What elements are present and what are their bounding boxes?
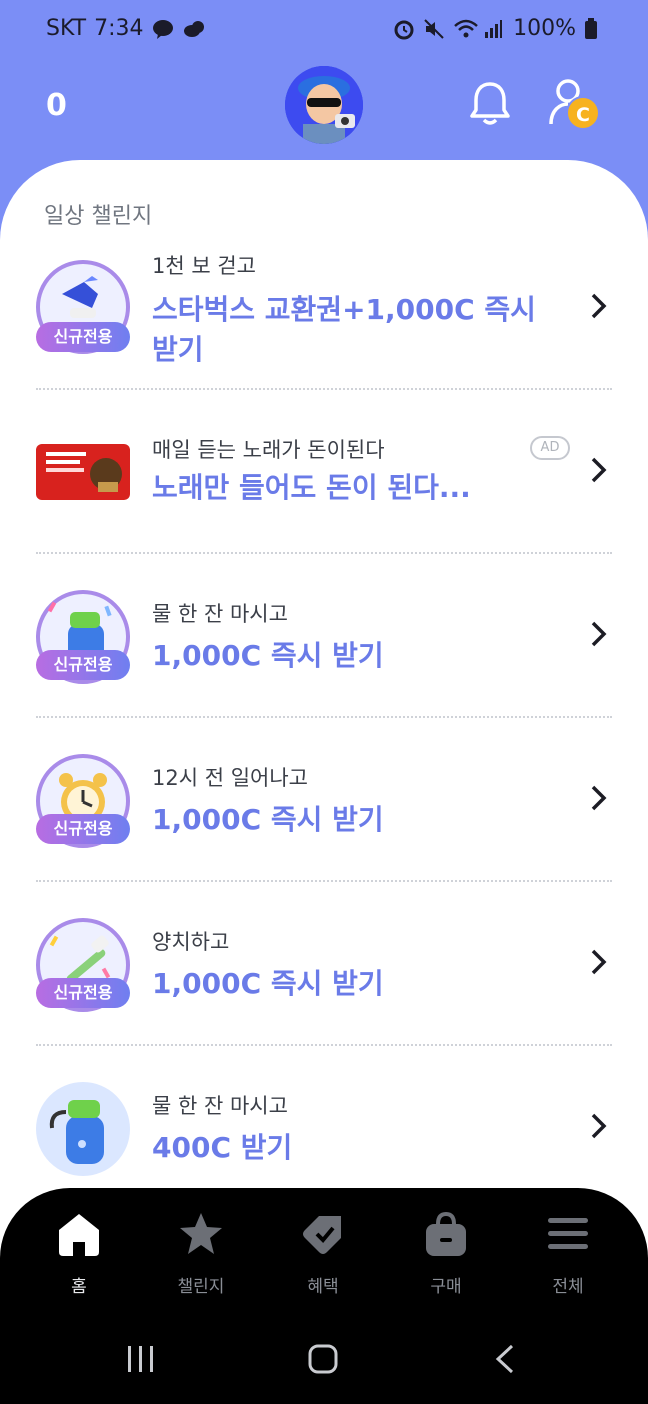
mute-icon [423,18,445,40]
bottom-nav: 홈 챌린지 혜택 구매 전체 [0,1188,648,1404]
challenge-title: 1,000C 즉시 받기 [152,967,384,1000]
challenge-title: 1,000C 즉시 받기 [152,639,384,672]
new-user-badge: 신규전용 [36,322,130,352]
chevron-right-icon [590,1112,608,1148]
signal-icon [483,18,505,40]
chevron-right-icon [590,784,608,820]
challenge-item-water-2[interactable]: 물 한 잔 마시고 400C 받기 [36,1046,612,1210]
app-header: 0 C [0,58,648,168]
challenge-panel: 일상 챌린지 신규전용 1천 보 걷고 스타벅스 교환권+1,000C 즉시 받… [0,160,648,1260]
nav-label: 챌린지 [177,1277,225,1297]
coin-badge: C [566,96,600,130]
star-icon [177,1213,225,1262]
chevron-right-icon [590,292,608,328]
nav-label: 전체 [552,1277,584,1297]
ad-thumbnail [36,444,130,500]
wifi-icon [453,18,478,40]
challenge-item-brush[interactable]: 신규전용 양치하고 1,000C 즉시 받기 [36,882,612,1046]
nav-label: 혜택 [307,1277,339,1297]
chevron-right-icon [590,456,608,492]
challenge-title: 400C 받기 [152,1131,293,1164]
nav-purchase[interactable]: 구매 [396,1210,496,1297]
new-user-badge: 신규전용 [36,650,130,680]
time-label: 7:34 [94,16,144,41]
challenge-subtitle: 1천 보 걷고 [152,254,256,278]
challenge-item-walk[interactable]: 신규전용 1천 보 걷고 스타벅스 교환권+1,000C 즉시 받기 [36,226,612,390]
challenge-subtitle: 매일 듣는 노래가 돈이된다 [152,438,385,462]
bag-icon [422,1211,470,1262]
nav-benefits[interactable]: 혜택 [273,1210,373,1297]
status-bar: SKT 7:34 100% [0,0,648,58]
home-button-icon[interactable] [308,1344,338,1378]
recent-apps-icon[interactable] [126,1344,156,1378]
nav-home[interactable]: 홈 [29,1210,129,1297]
challenge-item-ad[interactable]: 매일 듣는 노래가 돈이된다 AD 노래만 들어도 돈이 된다... [36,390,612,554]
new-user-badge: 신규전용 [36,814,130,844]
challenge-item-water[interactable]: 신규전용 물 한 잔 마시고 1,000C 즉시 받기 [36,554,612,718]
cloud-icon [182,18,204,40]
avatar[interactable] [285,66,363,144]
nav-label: 구매 [430,1277,462,1297]
back-icon[interactable] [494,1344,516,1378]
challenge-subtitle: 물 한 잔 마시고 [152,602,288,626]
challenge-subtitle: 양치하고 [152,930,230,954]
alarm-icon [393,18,415,40]
new-user-badge: 신규전용 [36,978,130,1008]
chevron-right-icon [590,620,608,656]
challenge-subtitle: 물 한 잔 마시고 [152,1094,288,1118]
battery-label: 100% [513,16,576,41]
nav-all[interactable]: 전체 [518,1210,618,1297]
notification-bell-icon[interactable] [468,80,512,132]
challenge-item-wakeup[interactable]: 신규전용 12시 전 일어나고 1,000C 즉시 받기 [36,718,612,882]
challenge-subtitle: 12시 전 일어나고 [152,766,308,790]
chevron-right-icon [590,948,608,984]
water-bottle-icon [36,1082,130,1176]
menu-icon [544,1218,592,1262]
system-nav-bar [0,1328,648,1388]
coin-count[interactable]: 0 [46,88,67,123]
tag-icon [299,1216,347,1262]
home-icon [55,1214,103,1262]
nav-label: 홈 [71,1277,87,1297]
challenge-title: 1,000C 즉시 받기 [152,803,384,836]
challenge-title: 노래만 들어도 돈이 된다... [152,471,471,504]
carrier-label: SKT [46,16,87,41]
battery-icon [584,17,606,40]
challenge-title: 스타벅스 교환권+1,000C 즉시 받기 [152,293,536,366]
ad-badge: AD [530,436,570,460]
nav-challenge[interactable]: 챌린지 [151,1210,251,1297]
talk-icon [152,18,174,40]
